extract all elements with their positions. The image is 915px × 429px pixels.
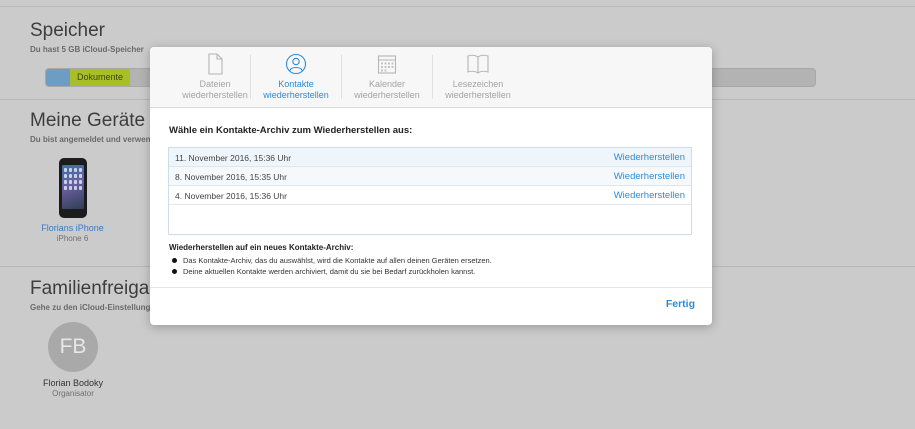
archive-list: 11. November 2016, 15:36 Uhr Wiederherst… — [168, 147, 692, 235]
devices-subtitle: Du bist angemeldet und verwendest — [30, 135, 167, 144]
info-list: Das Kontakte-Archiv, das du auswählst, w… — [170, 255, 492, 277]
tab-contacts[interactable]: Kontakte wiederherstellen — [251, 47, 341, 107]
family-subtitle: Gehe zu den iCloud-Einstellungen — [30, 303, 160, 312]
tab-label: Kalender wiederherstellen — [354, 79, 420, 100]
family-member[interactable]: FB Florian Bodoky Organisator — [28, 322, 118, 398]
device-name: Florians iPhone — [41, 223, 104, 233]
member-role: Organisator — [52, 389, 94, 398]
tab-calendar[interactable]: Kalender wiederherstellen — [342, 47, 432, 107]
storage-subtitle: Du hast 5 GB iCloud-Speicher — [30, 45, 144, 54]
calendar-icon — [377, 55, 397, 74]
iphone-icon — [58, 158, 87, 218]
device-model: iPhone 6 — [56, 234, 89, 243]
top-divider — [0, 6, 915, 7]
storage-segment-documents: Dokumente — [70, 69, 130, 86]
tab-label: Dateien wiederherstellen — [182, 79, 248, 100]
file-icon — [208, 53, 223, 75]
restore-dialog: Dateien wiederherstellen Kontakte wieder… — [150, 47, 712, 325]
member-name: Florian Bodoky — [42, 378, 104, 388]
tab-bookmarks[interactable]: Lesezeichen wiederherstellen — [433, 47, 523, 107]
contacts-icon — [285, 53, 307, 75]
restore-prompt: Wähle ein Kontakte-Archiv zum Wiederhers… — [169, 125, 413, 136]
archive-date: 4. November 2016, 15:36 Uhr — [175, 191, 287, 201]
archive-row[interactable]: 11. November 2016, 15:36 Uhr Wiederherst… — [169, 148, 691, 167]
tab-label: Kontakte wiederherstellen — [263, 79, 329, 100]
restore-button[interactable]: Wiederherstellen — [614, 152, 685, 163]
done-button[interactable]: Fertig — [666, 298, 695, 310]
archive-row[interactable]: 8. November 2016, 15:35 Uhr Wiederherste… — [169, 167, 691, 186]
restore-button[interactable]: Wiederherstellen — [614, 171, 685, 182]
bookmarks-icon — [467, 54, 489, 74]
storage-segment-other — [46, 69, 70, 86]
archive-date: 8. November 2016, 15:35 Uhr — [175, 172, 287, 182]
storage-title: Speicher — [30, 20, 105, 41]
tab-files[interactable]: Dateien wiederherstellen — [170, 47, 260, 107]
restore-tabs: Dateien wiederherstellen Kontakte wieder… — [150, 47, 712, 108]
info-item: Deine aktuellen Kontakte werden archivie… — [170, 266, 492, 277]
devices-title: Meine Geräte — [30, 110, 146, 131]
restore-button[interactable]: Wiederherstellen — [614, 190, 685, 201]
info-item: Das Kontakte-Archiv, das du auswählst, w… — [170, 255, 492, 266]
info-title: Wiederherstellen auf ein neues Kontakte-… — [169, 243, 354, 252]
footer-divider — [150, 287, 712, 288]
device-item[interactable]: Florians iPhone iPhone 6 — [35, 158, 110, 243]
avatar: FB — [48, 322, 98, 372]
archive-date: 11. November 2016, 15:36 Uhr — [175, 153, 292, 163]
archive-row[interactable]: 4. November 2016, 15:36 Uhr Wiederherste… — [169, 186, 691, 205]
tab-label: Lesezeichen wiederherstellen — [445, 79, 511, 100]
